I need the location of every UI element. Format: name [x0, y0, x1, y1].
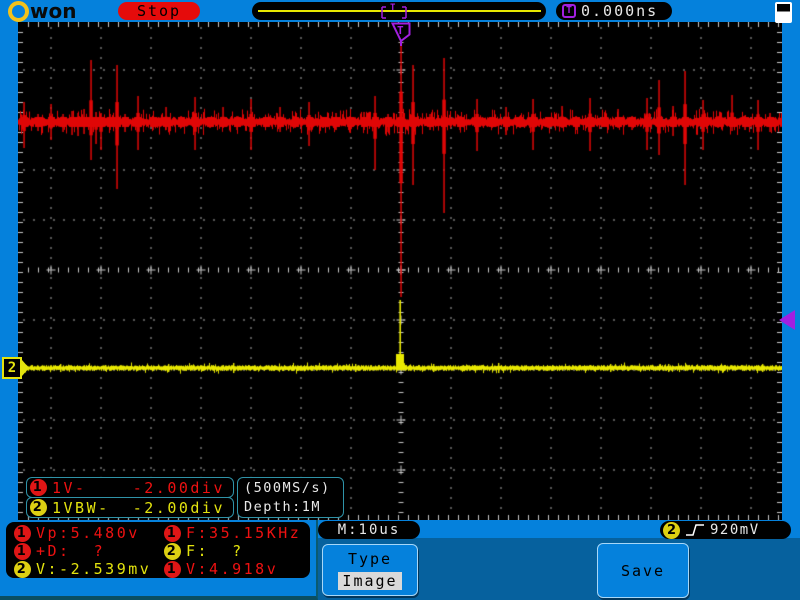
- run-state-button[interactable]: Stop: [118, 2, 200, 20]
- record-depth: Depth:1M: [244, 498, 322, 515]
- ch1-scale-box: 1 1V- -2.00div: [26, 477, 234, 498]
- record-position-bar: T: [252, 2, 546, 20]
- measurement-channel-badge: 1: [14, 542, 31, 560]
- graticule-area: [18, 22, 782, 520]
- logo-text: won: [30, 0, 77, 23]
- window-marker[interactable]: T: [372, 2, 416, 20]
- measurement-value: +D: ?: [36, 542, 106, 560]
- trigger-level-arrow[interactable]: [779, 310, 795, 330]
- measurement-item: 2 V:-2.539mv: [14, 560, 164, 578]
- logo-ring-icon: [8, 0, 29, 22]
- window-marker-label: T: [390, 3, 396, 13]
- trigger-time-icon: T: [562, 4, 576, 18]
- measurement-value: Vp:5.480v: [36, 524, 140, 542]
- top-bar: won Stop T T 0.000ns: [0, 0, 800, 23]
- bottom-bar: 1 Vp:5.480v 1 F:35.15KHz 1 +D: ? 2 F: ? 2 V:-2.53…: [0, 520, 800, 600]
- sample-rate: (500MS/s): [244, 479, 331, 496]
- measurement-item: 1 F:35.15KHz: [164, 524, 310, 542]
- type-button-value: Image: [338, 572, 402, 590]
- measurement-value: F:35.15KHz: [186, 524, 302, 542]
- save-button[interactable]: Save: [597, 543, 689, 598]
- measurement-item: 1 V:4.918v: [164, 560, 310, 578]
- measurement-item: 1 +D: ?: [14, 542, 164, 560]
- measurement-channel-badge: 1: [164, 524, 181, 542]
- measurement-channel-badge: 1: [14, 524, 31, 542]
- trigger-level-value: 920mV: [710, 522, 760, 538]
- ch1-badge: 1: [30, 479, 47, 496]
- trigger-source-badge: 2: [663, 521, 680, 539]
- type-button[interactable]: Type Image: [322, 544, 418, 596]
- trigger-time-value: 0.000ns: [581, 2, 659, 20]
- display-area: [0, 22, 800, 520]
- owon-logo: won: [8, 0, 76, 22]
- ch2-scale-box: 2 1VBW- -2.00div: [26, 497, 234, 518]
- save-button-label: Save: [620, 561, 666, 580]
- trigger-level-pill: 2 920mV: [660, 521, 791, 539]
- battery-icon: [775, 2, 792, 23]
- measurement-item: 1 Vp:5.480v: [14, 524, 164, 542]
- ch1-offset-value: -2.00div: [132, 478, 225, 497]
- ch2-position-tag[interactable]: 2: [2, 357, 29, 379]
- ch2-tag-arrow-icon: [22, 360, 29, 376]
- ch2-badge: 2: [30, 499, 47, 516]
- measurement-panel: 1 Vp:5.480v 1 F:35.15KHz 1 +D: ? 2 F: ? 2 V:-2.53…: [6, 522, 310, 578]
- measurement-value: V:4.918v: [186, 560, 279, 578]
- type-button-label: Type: [347, 550, 393, 568]
- oscilloscope-screen: won Stop T T 0.000ns T 2 1 1V- -2.00div …: [0, 0, 800, 600]
- ch2-scale-label: 1VBW-: [52, 498, 110, 517]
- acquisition-box: (500MS/s) Depth:1M: [237, 477, 344, 518]
- ch2-offset-value: -2.00div: [132, 498, 225, 517]
- ch1-scale-label: 1V-: [52, 478, 87, 497]
- waveform-display: [18, 22, 782, 520]
- measurement-channel-badge: 2: [164, 542, 181, 560]
- timebase-pill: M:10us: [318, 521, 420, 539]
- trigger-flag-marker[interactable]: T: [391, 22, 411, 47]
- rising-edge-icon: [686, 524, 704, 536]
- measurement-value: V:-2.539mv: [36, 560, 152, 578]
- ch2-tag-label: 2: [2, 357, 22, 379]
- measurement-channel-badge: 1: [164, 560, 181, 578]
- measurement-channel-badge: 2: [14, 560, 31, 578]
- trigger-flag-label: T: [397, 24, 404, 37]
- measurement-value: F: ?: [186, 542, 244, 560]
- trigger-time-pill: T 0.000ns: [556, 2, 672, 20]
- measurement-item: 2 F: ?: [164, 542, 310, 560]
